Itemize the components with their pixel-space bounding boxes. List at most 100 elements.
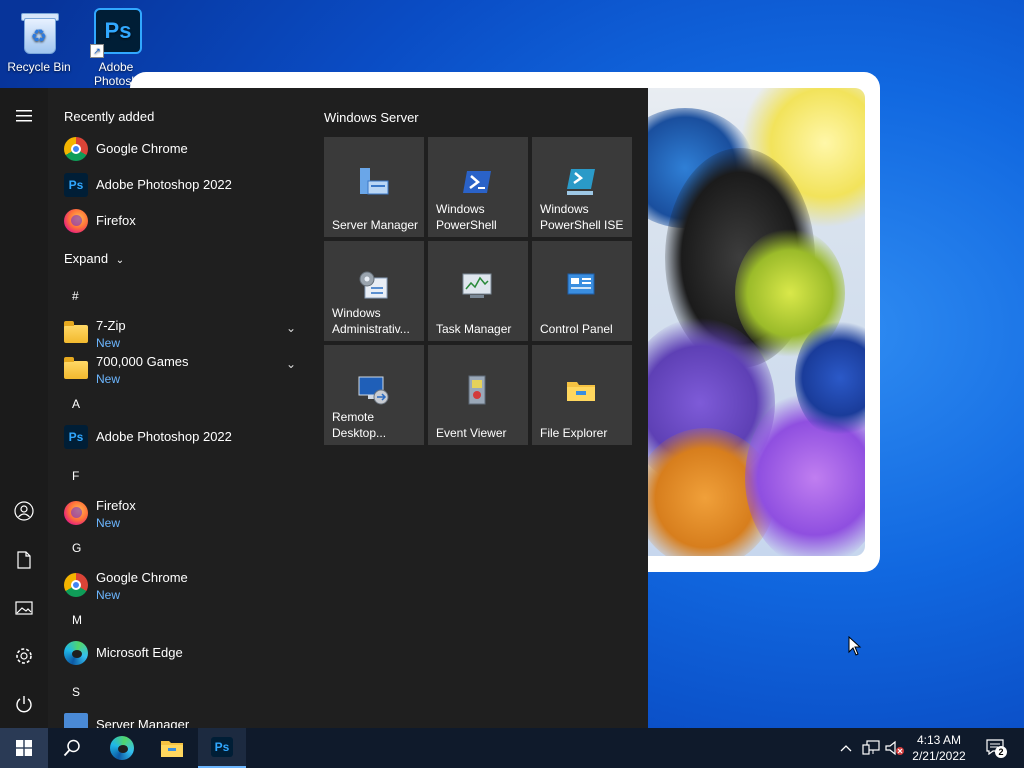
clock-time: 4:13 AM <box>916 733 962 747</box>
hamburger-icon <box>16 110 32 122</box>
volume-button[interactable] <box>884 728 906 768</box>
taskbar: Ps 4:13 AM 2/21/2022 2 <box>0 728 1024 768</box>
tile-remote-desktop[interactable]: Remote Desktop... <box>324 345 424 445</box>
edge-icon <box>110 736 134 760</box>
photoshop-icon: Ps <box>211 737 233 757</box>
recently-added-title: Recently added <box>64 109 155 124</box>
new-badge: New <box>96 588 121 602</box>
server-manager-icon <box>360 168 389 195</box>
notification-icon: 2 <box>986 739 1007 758</box>
chevron-down-icon[interactable]: ⌄ <box>286 357 296 371</box>
recycle-bin-label: Recycle Bin <box>7 60 71 74</box>
firefox-icon <box>64 501 88 525</box>
tile-windows-powershell-ise[interactable]: Windows PowerShell ISE <box>532 137 632 237</box>
photoshop-icon: Ps <box>64 425 88 449</box>
network-button[interactable] <box>860 728 882 768</box>
volume-muted-icon <box>885 740 904 756</box>
tile-file-explorer[interactable]: File Explorer <box>532 345 632 445</box>
new-badge: New <box>96 516 121 530</box>
group-letter-a[interactable]: A <box>72 397 80 411</box>
taskbar-file-explorer-button[interactable] <box>148 728 196 768</box>
list-item-chrome[interactable]: Google Chrome New <box>60 567 304 603</box>
powershell-icon <box>463 171 491 193</box>
edge-icon <box>64 641 88 665</box>
recycle-bin-icon: ♻ <box>15 8 63 56</box>
new-badge: New <box>96 372 121 386</box>
search-icon <box>63 739 80 757</box>
start-button[interactable] <box>0 728 48 768</box>
chevron-up-icon <box>840 745 852 752</box>
tile-windows-administrative-tools[interactable]: Windows Administrativ... <box>324 241 424 341</box>
user-button[interactable] <box>0 491 48 531</box>
file-explorer-icon <box>567 382 595 401</box>
group-letter-hash[interactable]: # <box>72 289 79 303</box>
list-item-server-manager[interactable]: Server Manager <box>60 707 304 728</box>
user-icon <box>14 501 34 521</box>
event-viewer-icon <box>468 375 486 405</box>
notification-count-badge: 2 <box>995 746 1007 758</box>
app-list: Recently added Google Chrome Ps Adobe Ph… <box>48 88 308 728</box>
splash-artwork <box>645 88 865 556</box>
group-letter-m[interactable]: M <box>72 613 82 627</box>
folder-icon <box>64 357 88 379</box>
control-panel-icon <box>567 273 595 295</box>
photoshop-icon: Ps ↗ <box>90 8 142 58</box>
clock-date: 2/21/2022 <box>912 749 966 763</box>
firefox-icon <box>64 209 88 233</box>
expand-button[interactable]: Expand ⌄ <box>64 251 124 266</box>
photoshop-icon: Ps <box>64 173 88 197</box>
chrome-icon <box>64 573 88 597</box>
recent-app-photoshop[interactable]: Ps Adobe Photoshop 2022 <box>60 167 304 203</box>
network-icon <box>862 740 880 755</box>
hamburger-button[interactable] <box>0 96 48 136</box>
list-item-photoshop[interactable]: Ps Adobe Photoshop 2022 <box>60 419 304 455</box>
list-item-firefox[interactable]: Firefox New <box>60 495 304 531</box>
powershell-ise-icon <box>567 169 595 195</box>
pictures-button[interactable] <box>0 588 48 628</box>
remote-desktop-icon <box>358 376 389 405</box>
tile-control-panel[interactable]: Control Panel <box>532 241 632 341</box>
group-letter-s[interactable]: S <box>72 685 80 699</box>
list-item-700000-games[interactable]: 700,000 Games New ⌄ <box>60 351 304 387</box>
power-icon <box>16 696 32 713</box>
mouse-cursor-icon <box>848 636 862 656</box>
folder-icon <box>64 321 88 343</box>
settings-icon <box>16 648 32 664</box>
power-button[interactable] <box>0 684 48 724</box>
start-icon <box>16 740 32 756</box>
file-explorer-icon <box>161 741 183 757</box>
taskbar-edge-button[interactable] <box>98 728 146 768</box>
recent-app-chrome[interactable]: Google Chrome <box>60 131 304 167</box>
tile-server-manager[interactable]: Server Manager <box>324 137 424 237</box>
group-letter-f[interactable]: F <box>72 469 79 483</box>
start-rail <box>0 88 48 728</box>
start-menu: Recently added Google Chrome Ps Adobe Ph… <box>0 88 648 728</box>
search-button[interactable] <box>48 728 96 768</box>
settings-button[interactable] <box>0 636 48 676</box>
pictures-icon <box>15 601 33 615</box>
documents-button[interactable] <box>0 540 48 580</box>
recent-app-firefox[interactable]: Firefox <box>60 203 304 239</box>
shortcut-arrow-icon: ↗ <box>90 44 104 58</box>
recycle-bin-shortcut[interactable]: ♻ Recycle Bin <box>1 8 77 74</box>
tile-event-viewer[interactable]: Event Viewer <box>428 345 528 445</box>
documents-icon <box>17 551 31 569</box>
chevron-down-icon: ⌄ <box>115 255 125 266</box>
taskbar-photoshop-button[interactable]: Ps <box>198 728 246 768</box>
task-manager-icon <box>462 273 492 298</box>
server-manager-icon <box>64 713 88 728</box>
chrome-icon <box>64 137 88 161</box>
admin-tools-icon <box>359 271 388 299</box>
list-item-7zip[interactable]: 7-Zip New ⌄ <box>60 315 304 351</box>
tiles-group-title: Windows Server <box>324 110 419 125</box>
tile-windows-powershell[interactable]: Windows PowerShell <box>428 137 528 237</box>
tile-task-manager[interactable]: Task Manager <box>428 241 528 341</box>
list-item-edge[interactable]: Microsoft Edge <box>60 635 304 671</box>
chevron-down-icon[interactable]: ⌄ <box>286 321 296 335</box>
action-center-button[interactable]: 2 <box>978 728 1014 768</box>
clock[interactable]: 4:13 AM 2/21/2022 <box>908 728 970 768</box>
new-badge: New <box>96 336 121 350</box>
show-hidden-icons-button[interactable] <box>836 728 856 768</box>
expand-label: Expand <box>64 251 109 266</box>
group-letter-g[interactable]: G <box>72 541 81 555</box>
